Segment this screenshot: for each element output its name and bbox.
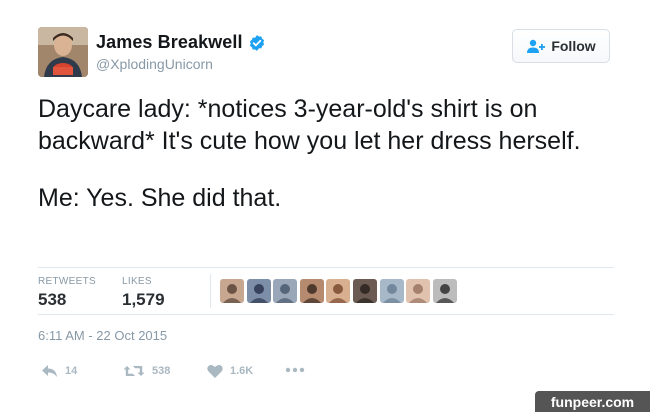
liker-avatar[interactable] — [246, 279, 271, 303]
heart-icon — [207, 364, 223, 378]
liker-avatar[interactable] — [299, 279, 324, 303]
reply-button[interactable]: 14 — [41, 364, 77, 378]
like-count: 1.6K — [230, 365, 254, 377]
author-avatar[interactable] — [38, 27, 88, 77]
watermark: funpeer.com — [535, 391, 650, 412]
liker-avatar[interactable] — [406, 279, 431, 303]
more-dots-icon — [285, 367, 305, 373]
tweet-timestamp[interactable]: 6:11 AM - 22 Oct 2015 — [38, 328, 167, 343]
liker-avatars — [220, 279, 459, 303]
author-handle[interactable]: @XplodingUnicorn — [96, 56, 266, 72]
liker-avatar[interactable] — [352, 279, 377, 303]
author-name[interactable]: James Breakwell — [96, 32, 243, 53]
reply-icon — [42, 365, 57, 377]
likes-label: LIKES — [122, 276, 152, 287]
retweets-label: RETWEETS — [38, 276, 96, 287]
liker-avatar[interactable] — [379, 279, 404, 303]
tweet-stats: RETWEETS 538 LIKES 1,579 — [38, 267, 614, 315]
reply-count: 14 — [65, 365, 78, 377]
likes-stat[interactable]: LIKES 1,579 — [122, 276, 165, 310]
retweets-count: 538 — [38, 290, 67, 309]
liker-avatar[interactable] — [326, 279, 351, 303]
retweet-button[interactable]: 538 — [123, 364, 170, 378]
liker-avatar[interactable] — [432, 279, 457, 303]
tweet-paragraph: Daycare lady: *notices 3-year-old's shir… — [38, 95, 581, 155]
tweet-text: Daycare lady: *notices 3-year-old's shir… — [38, 93, 598, 214]
follow-button[interactable]: Follow — [512, 29, 610, 63]
retweet-icon — [123, 366, 145, 376]
verified-badge-icon — [249, 34, 264, 51]
retweets-stat[interactable]: RETWEETS 538 — [38, 276, 96, 310]
liker-avatar[interactable] — [273, 279, 298, 303]
more-options-button[interactable] — [285, 367, 305, 373]
tweet-card: James Breakwell @XplodingUnicorn Follow … — [0, 0, 650, 412]
stats-divider — [210, 274, 211, 308]
follow-button-label: Follow — [551, 38, 596, 54]
retweet-count: 538 — [152, 365, 171, 377]
author-block: James Breakwell @XplodingUnicorn — [96, 32, 266, 72]
tweet-paragraph: Me: Yes. She did that. — [38, 184, 282, 212]
like-button[interactable]: 1.6K — [207, 364, 253, 378]
add-user-icon — [527, 39, 546, 53]
likes-count: 1,579 — [122, 290, 165, 309]
liker-avatar[interactable] — [220, 279, 244, 303]
